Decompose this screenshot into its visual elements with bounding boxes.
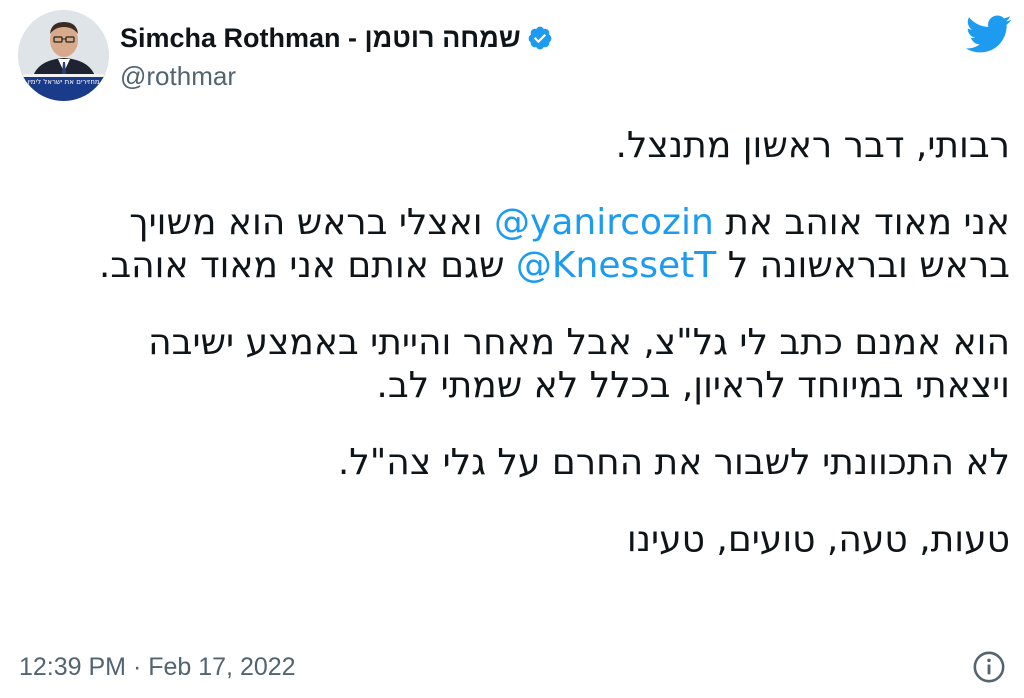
author-handle[interactable]: @rothmar xyxy=(120,61,236,91)
tweet-line-3: בראש ובראשונה ל @KnessetT שגם אותם אני מ… xyxy=(20,244,1010,287)
mention-knessett[interactable]: @KnessetT xyxy=(516,245,716,286)
avatar-photo xyxy=(18,10,109,101)
tweet-text: רבותי, דבר ראשון מתנצל. אני מאוד אוהב את… xyxy=(20,124,1010,561)
author-avatar[interactable]: מחזירים את ישראל לימין xyxy=(18,10,109,101)
tweet-line-1: רבותי, דבר ראשון מתנצל. xyxy=(615,125,1010,166)
tweet-line-5: ויצאתי במיוחד לראיון, בכלל לא שמתי לב. xyxy=(376,365,1010,406)
mention-yanircozin[interactable]: @yanircozin xyxy=(494,202,714,243)
author-name-row[interactable]: Simcha Rothman - שמחה רוטמן xyxy=(120,22,553,54)
tweet-line-2: אני מאוד אוהב את @yanircozin ואצלי בראש … xyxy=(20,201,1010,244)
author-display-name[interactable]: Simcha Rothman - שמחה רוטמן xyxy=(120,22,521,54)
tweet-timestamp[interactable]: 12:39 PM · Feb 17, 2022 xyxy=(19,651,296,683)
tweet-line-3-start: בראש ובראשונה ל xyxy=(716,245,1010,286)
info-icon[interactable] xyxy=(972,650,1006,684)
avatar-banner-text: מחזירים את ישראל לימין xyxy=(27,78,100,86)
twitter-bird-icon[interactable] xyxy=(964,14,1012,54)
tweet-card: מחזירים את ישראל לימין Simcha Rothman - … xyxy=(0,0,1024,698)
tweet-line-2-start: אני מאוד אוהב את xyxy=(713,202,1010,243)
tweet-line-2-end: ואצלי בראש הוא משויך xyxy=(129,202,495,243)
tweet-line-6: לא התכוונתי לשבור את החרם על גלי צה"ל. xyxy=(337,442,1010,483)
tweet-line-4: הוא אמנם כתב לי גל"צ, אבל מאחר והייתי בא… xyxy=(148,322,1010,363)
tweet-line-3-end: שגם אותם אני מאוד אוהב. xyxy=(98,245,516,286)
tweet-line-7: טעות, טעה, טועים, טעינו xyxy=(626,519,1010,560)
verified-badge-icon xyxy=(527,25,553,51)
